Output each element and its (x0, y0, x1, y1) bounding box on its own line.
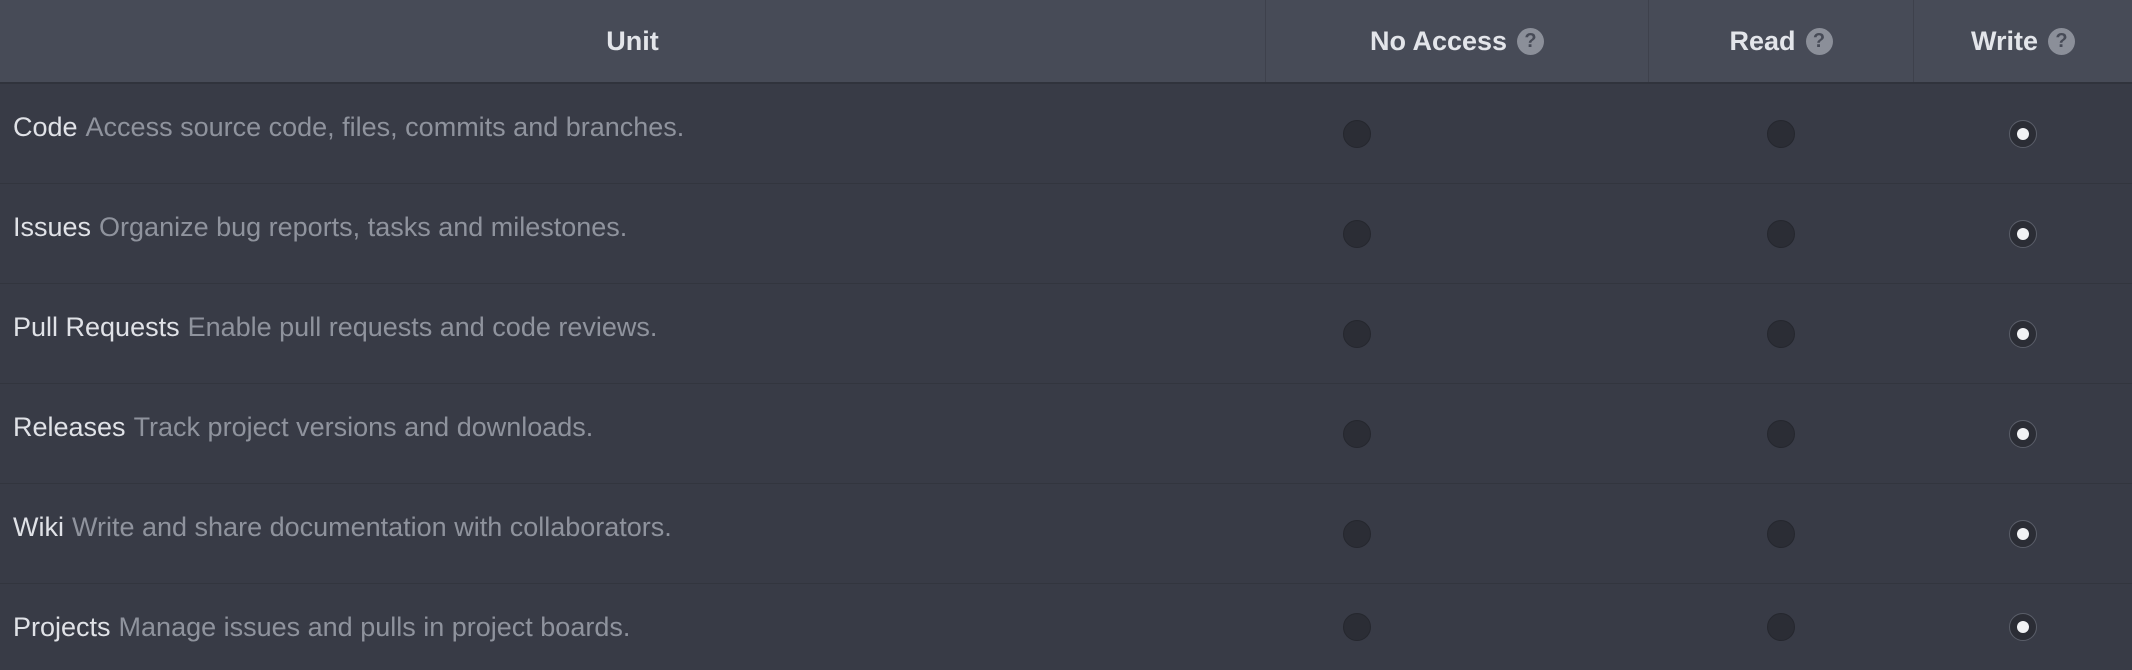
radio-no-access[interactable] (1342, 119, 1371, 148)
radio-selected-dot (2016, 327, 2029, 340)
radio-no-access[interactable] (1342, 419, 1371, 448)
table-body: Code Access source code, files, commits a… (0, 84, 2132, 670)
header-read: Read ? (1648, 0, 1913, 82)
header-unit-label: Unit (606, 25, 659, 56)
radio-no-access[interactable] (1342, 319, 1371, 348)
unit-cell: Projects Manage issues and pulls in proje… (0, 584, 1265, 670)
unit-description: Track project versions and downloads. (133, 412, 594, 442)
radio-read[interactable] (1766, 119, 1795, 148)
unit-permissions-table: Unit No Access ? Read ? Write ? Code Acce… (0, 0, 2132, 670)
radio-read[interactable] (1766, 219, 1795, 248)
radio-no-access[interactable] (1342, 219, 1371, 248)
unit-description: Manage issues and pulls in project board… (118, 612, 631, 642)
table-row: Projects Manage issues and pulls in proje… (0, 584, 2132, 670)
unit-cell: Code Access source code, files, commits a… (0, 84, 1265, 183)
unit-description: Access source code, files, commits and b… (85, 112, 685, 142)
radio-cell-read (1648, 284, 1913, 383)
radio-selected-dot (2016, 227, 2029, 240)
radio-cell-write (1913, 184, 2132, 283)
unit-cell: Releases Track project versions and downl… (0, 384, 1265, 483)
radio-cell-no-access (1265, 484, 1648, 583)
header-write-label: Write (1970, 25, 2038, 56)
unit-name: Code (13, 112, 78, 142)
radio-read[interactable] (1766, 419, 1795, 448)
header-no-access-label: No Access (1369, 25, 1508, 56)
unit-name: Releases (13, 412, 126, 442)
question-circle-icon[interactable]: ? (2048, 27, 2075, 55)
radio-read[interactable] (1766, 519, 1795, 548)
radio-cell-write (1913, 384, 2132, 483)
radio-cell-write (1913, 84, 2132, 183)
radio-cell-write (1913, 284, 2132, 383)
unit-description: Organize bug reports, tasks and mileston… (99, 212, 628, 242)
radio-write[interactable] (2008, 119, 2037, 148)
table-row: Releases Track project versions and downl… (0, 384, 2132, 484)
radio-selected-dot (2016, 127, 2029, 140)
radio-cell-read (1648, 84, 1913, 183)
unit-cell: Wiki Write and share documentation with c… (0, 484, 1265, 583)
unit-name: Wiki (13, 512, 64, 542)
unit-cell: Pull Requests Enable pull requests and co… (0, 284, 1265, 383)
radio-write[interactable] (2008, 419, 2037, 448)
header-write: Write ? (1913, 0, 2132, 82)
question-circle-icon[interactable]: ? (1517, 27, 1545, 55)
radio-cell-no-access (1265, 384, 1648, 483)
radio-write[interactable] (2008, 319, 2037, 348)
radio-cell-no-access (1265, 84, 1648, 183)
radio-read[interactable] (1766, 613, 1795, 641)
radio-cell-no-access (1265, 284, 1648, 383)
header-read-label: Read (1729, 25, 1796, 56)
radio-no-access[interactable] (1342, 519, 1371, 548)
radio-cell-read (1648, 484, 1913, 583)
radio-selected-dot (2016, 527, 2029, 540)
radio-cell-write (1913, 484, 2132, 583)
radio-read[interactable] (1766, 319, 1795, 348)
header-no-access: No Access ? (1265, 0, 1648, 82)
unit-name: Pull Requests (13, 312, 180, 342)
unit-description: Enable pull requests and code reviews. (187, 312, 658, 342)
unit-description: Write and share documentation with colla… (71, 512, 672, 542)
radio-write[interactable] (2008, 613, 2037, 641)
radio-cell-no-access (1265, 184, 1648, 283)
radio-cell-no-access (1265, 584, 1648, 670)
question-circle-icon[interactable]: ? (1805, 27, 1833, 55)
radio-write[interactable] (2008, 219, 2037, 248)
unit-name: Projects (13, 612, 111, 642)
table-row: Code Access source code, files, commits a… (0, 84, 2132, 184)
unit-name: Issues (13, 212, 92, 242)
table-header: Unit No Access ? Read ? Write ? (0, 0, 2132, 84)
radio-selected-dot (2016, 427, 2029, 440)
radio-selected-dot (2016, 621, 2029, 633)
radio-cell-read (1648, 584, 1913, 670)
table-row: Issues Organize bug reports, tasks and mi… (0, 184, 2132, 284)
radio-cell-write (1913, 584, 2132, 670)
radio-write[interactable] (2008, 519, 2037, 548)
radio-cell-read (1648, 184, 1913, 283)
table-row: Pull Requests Enable pull requests and co… (0, 284, 2132, 384)
radio-no-access[interactable] (1342, 613, 1371, 641)
table-row: Wiki Write and share documentation with c… (0, 484, 2132, 584)
unit-cell: Issues Organize bug reports, tasks and mi… (0, 184, 1265, 283)
radio-cell-read (1648, 384, 1913, 483)
header-unit: Unit (0, 0, 1265, 82)
